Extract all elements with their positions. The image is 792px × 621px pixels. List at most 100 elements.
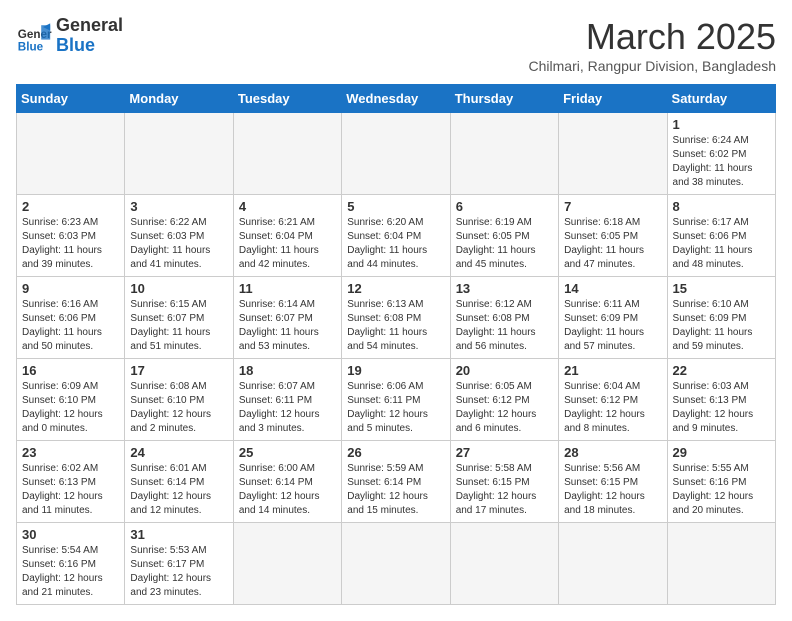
- day-info: Sunrise: 5:54 AM Sunset: 6:16 PM Dayligh…: [22, 544, 119, 600]
- calendar-cell: 17 Sunrise: 6:08 AM Sunset: 6:10 PM Dayli…: [125, 359, 233, 441]
- title-area: March 2025 Chilmari, Rangpur Division, B…: [529, 16, 776, 74]
- calendar-cell: [559, 523, 667, 605]
- calendar-cell: 3 Sunrise: 6:22 AM Sunset: 6:03 PM Daylig…: [125, 195, 233, 277]
- day-info: Sunrise: 6:11 AM Sunset: 6:09 PM Dayligh…: [564, 298, 661, 354]
- weekday-header-friday: Friday: [559, 85, 667, 113]
- calendar-week-2: 2 Sunrise: 6:23 AM Sunset: 6:03 PM Daylig…: [17, 195, 776, 277]
- day-info: Sunrise: 5:55 AM Sunset: 6:16 PM Dayligh…: [673, 462, 770, 518]
- day-info: Sunrise: 6:12 AM Sunset: 6:08 PM Dayligh…: [456, 298, 553, 354]
- day-info: Sunrise: 6:05 AM Sunset: 6:12 PM Dayligh…: [456, 380, 553, 436]
- logo: General Blue General Blue: [16, 16, 123, 56]
- weekday-header-monday: Monday: [125, 85, 233, 113]
- calendar-cell: 10 Sunrise: 6:15 AM Sunset: 6:07 PM Dayli…: [125, 277, 233, 359]
- month-title: March 2025: [529, 16, 776, 58]
- day-number: 5: [347, 199, 444, 214]
- day-number: 14: [564, 281, 661, 296]
- calendar-cell: [233, 523, 341, 605]
- calendar-cell: [450, 113, 558, 195]
- day-info: Sunrise: 6:18 AM Sunset: 6:05 PM Dayligh…: [564, 216, 661, 272]
- day-info: Sunrise: 6:24 AM Sunset: 6:02 PM Dayligh…: [673, 134, 770, 190]
- calendar-cell: 30Sunrise: 5:54 AM Sunset: 6:16 PM Dayli…: [17, 523, 125, 605]
- day-info: Sunrise: 6:16 AM Sunset: 6:06 PM Dayligh…: [22, 298, 119, 354]
- day-number: 13: [456, 281, 553, 296]
- day-number: 2: [22, 199, 119, 214]
- calendar-cell: [559, 113, 667, 195]
- day-info: Sunrise: 6:10 AM Sunset: 6:09 PM Dayligh…: [673, 298, 770, 354]
- day-number: 16: [22, 363, 119, 378]
- day-info: Sunrise: 5:58 AM Sunset: 6:15 PM Dayligh…: [456, 462, 553, 518]
- day-number: 17: [130, 363, 227, 378]
- day-number: 18: [239, 363, 336, 378]
- day-info: Sunrise: 6:01 AM Sunset: 6:14 PM Dayligh…: [130, 462, 227, 518]
- calendar-cell: 9 Sunrise: 6:16 AM Sunset: 6:06 PM Daylig…: [17, 277, 125, 359]
- day-info: Sunrise: 6:20 AM Sunset: 6:04 PM Dayligh…: [347, 216, 444, 272]
- calendar-week-3: 9 Sunrise: 6:16 AM Sunset: 6:06 PM Daylig…: [17, 277, 776, 359]
- calendar-cell: 23Sunrise: 6:02 AM Sunset: 6:13 PM Dayli…: [17, 441, 125, 523]
- calendar-cell: 19Sunrise: 6:06 AM Sunset: 6:11 PM Dayli…: [342, 359, 450, 441]
- day-info: Sunrise: 6:19 AM Sunset: 6:05 PM Dayligh…: [456, 216, 553, 272]
- calendar-week-5: 23Sunrise: 6:02 AM Sunset: 6:13 PM Dayli…: [17, 441, 776, 523]
- day-info: Sunrise: 6:23 AM Sunset: 6:03 PM Dayligh…: [22, 216, 119, 272]
- day-info: Sunrise: 5:59 AM Sunset: 6:14 PM Dayligh…: [347, 462, 444, 518]
- day-info: Sunrise: 6:13 AM Sunset: 6:08 PM Dayligh…: [347, 298, 444, 354]
- calendar-week-6: 30Sunrise: 5:54 AM Sunset: 6:16 PM Dayli…: [17, 523, 776, 605]
- svg-text:Blue: Blue: [18, 40, 44, 53]
- day-number: 6: [456, 199, 553, 214]
- calendar-cell: 26 Sunrise: 5:59 AM Sunset: 6:14 PM Dayli…: [342, 441, 450, 523]
- day-number: 7: [564, 199, 661, 214]
- calendar-cell: 2 Sunrise: 6:23 AM Sunset: 6:03 PM Daylig…: [17, 195, 125, 277]
- calendar-cell: 29Sunrise: 5:55 AM Sunset: 6:16 PM Dayli…: [667, 441, 775, 523]
- day-info: Sunrise: 6:00 AM Sunset: 6:14 PM Dayligh…: [239, 462, 336, 518]
- calendar-cell: 7 Sunrise: 6:18 AM Sunset: 6:05 PM Daylig…: [559, 195, 667, 277]
- day-info: Sunrise: 6:08 AM Sunset: 6:10 PM Dayligh…: [130, 380, 227, 436]
- day-info: Sunrise: 6:22 AM Sunset: 6:03 PM Dayligh…: [130, 216, 227, 272]
- calendar-cell: 12 Sunrise: 6:13 AM Sunset: 6:08 PM Dayli…: [342, 277, 450, 359]
- day-number: 22: [673, 363, 770, 378]
- day-number: 27: [456, 445, 553, 460]
- calendar-cell: [125, 113, 233, 195]
- calendar-week-4: 16 Sunrise: 6:09 AM Sunset: 6:10 PM Dayli…: [17, 359, 776, 441]
- day-info: Sunrise: 6:09 AM Sunset: 6:10 PM Dayligh…: [22, 380, 119, 436]
- day-info: Sunrise: 6:02 AM Sunset: 6:13 PM Dayligh…: [22, 462, 119, 518]
- calendar-cell: 28Sunrise: 5:56 AM Sunset: 6:15 PM Dayli…: [559, 441, 667, 523]
- day-info: Sunrise: 6:06 AM Sunset: 6:11 PM Dayligh…: [347, 380, 444, 436]
- calendar-cell: 22 Sunrise: 6:03 AM Sunset: 6:13 PM Dayli…: [667, 359, 775, 441]
- day-info: Sunrise: 6:14 AM Sunset: 6:07 PM Dayligh…: [239, 298, 336, 354]
- calendar-cell: 8Sunrise: 6:17 AM Sunset: 6:06 PM Daylig…: [667, 195, 775, 277]
- calendar-cell: 1Sunrise: 6:24 AM Sunset: 6:02 PM Daylig…: [667, 113, 775, 195]
- day-number: 11: [239, 281, 336, 296]
- weekday-header-tuesday: Tuesday: [233, 85, 341, 113]
- day-number: 15: [673, 281, 770, 296]
- calendar-cell: [342, 523, 450, 605]
- day-info: Sunrise: 6:04 AM Sunset: 6:12 PM Dayligh…: [564, 380, 661, 436]
- weekday-header-wednesday: Wednesday: [342, 85, 450, 113]
- calendar-cell: 5 Sunrise: 6:20 AM Sunset: 6:04 PM Daylig…: [342, 195, 450, 277]
- day-number: 3: [130, 199, 227, 214]
- day-number: 28: [564, 445, 661, 460]
- calendar-cell: 31 Sunrise: 5:53 AM Sunset: 6:17 PM Dayli…: [125, 523, 233, 605]
- day-number: 31: [130, 527, 227, 542]
- day-info: Sunrise: 5:53 AM Sunset: 6:17 PM Dayligh…: [130, 544, 227, 600]
- day-number: 12: [347, 281, 444, 296]
- day-number: 26: [347, 445, 444, 460]
- day-number: 8: [673, 199, 770, 214]
- calendar-cell: 6 Sunrise: 6:19 AM Sunset: 6:05 PM Daylig…: [450, 195, 558, 277]
- calendar-cell: [17, 113, 125, 195]
- calendar-cell: 20Sunrise: 6:05 AM Sunset: 6:12 PM Dayli…: [450, 359, 558, 441]
- calendar-cell: [342, 113, 450, 195]
- calendar-cell: [450, 523, 558, 605]
- calendar-cell: [233, 113, 341, 195]
- calendar-cell: 24 Sunrise: 6:01 AM Sunset: 6:14 PM Dayli…: [125, 441, 233, 523]
- logo-blue-text: Blue: [56, 36, 123, 56]
- logo-general-text: General: [56, 16, 123, 36]
- calendar-cell: 27 Sunrise: 5:58 AM Sunset: 6:15 PM Dayli…: [450, 441, 558, 523]
- day-number: 10: [130, 281, 227, 296]
- logo-icon: General Blue: [16, 18, 52, 54]
- day-info: Sunrise: 6:15 AM Sunset: 6:07 PM Dayligh…: [130, 298, 227, 354]
- day-info: Sunrise: 6:03 AM Sunset: 6:13 PM Dayligh…: [673, 380, 770, 436]
- day-number: 24: [130, 445, 227, 460]
- day-number: 9: [22, 281, 119, 296]
- day-number: 25: [239, 445, 336, 460]
- calendar-cell: [667, 523, 775, 605]
- weekday-header-saturday: Saturday: [667, 85, 775, 113]
